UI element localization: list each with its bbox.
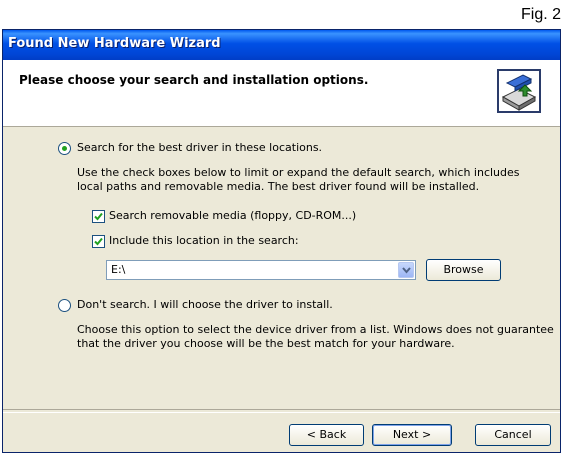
dropdown-button[interactable] — [398, 262, 414, 278]
search-best-driver-label[interactable]: Search for the best driver in these loca… — [77, 141, 322, 155]
hardware-install-icon — [497, 69, 541, 113]
checkmark-icon — [94, 237, 103, 246]
include-location-checkbox[interactable] — [92, 235, 105, 248]
location-combobox[interactable]: E:\ — [106, 260, 416, 280]
page-title: Please choose your search and installati… — [19, 73, 369, 87]
header-panel: Please choose your search and installati… — [3, 60, 560, 127]
window-title: Found New Hardware Wizard — [8, 36, 221, 51]
dont-search-radio[interactable] — [58, 299, 71, 312]
cancel-button[interactable]: Cancel — [475, 424, 551, 446]
back-button[interactable]: < Back — [289, 424, 364, 446]
search-best-driver-radio[interactable] — [58, 142, 71, 155]
browse-button[interactable]: Browse — [426, 259, 501, 281]
search-description: Use the check boxes below to limit or ex… — [77, 166, 520, 193]
title-bar[interactable]: Found New Hardware Wizard — [3, 30, 560, 60]
footer-separator — [3, 409, 560, 413]
wizard-dialog: Found New Hardware Wizard Please choose … — [2, 29, 561, 453]
next-button[interactable]: Next > — [372, 424, 452, 446]
checkmark-icon — [94, 212, 103, 221]
dont-search-description: Choose this option to select the device … — [77, 323, 554, 350]
location-value: E:\ — [111, 263, 126, 276]
chevron-down-icon — [402, 267, 411, 274]
removable-media-label[interactable]: Search removable media (floppy, CD-ROM..… — [109, 209, 356, 223]
removable-media-checkbox[interactable] — [92, 210, 105, 223]
include-location-label[interactable]: Include this location in the search: — [109, 234, 299, 248]
figure-label: Fig. 2 — [520, 6, 561, 23]
dont-search-label[interactable]: Don't search. I will choose the driver t… — [77, 298, 333, 312]
